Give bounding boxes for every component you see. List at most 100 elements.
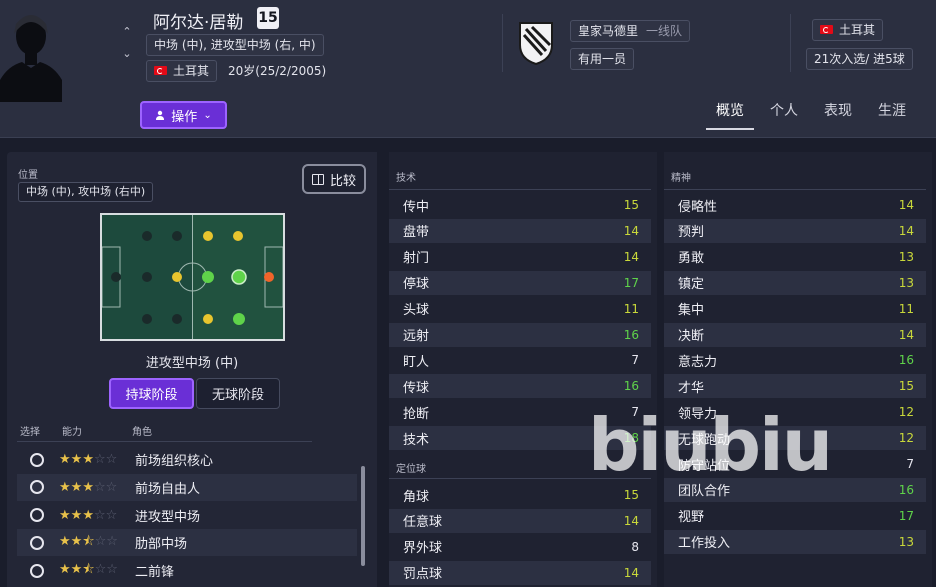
club-status-chip: 有用一员 [570, 48, 635, 70]
star-icon: ⯪ [82, 561, 95, 577]
action-button[interactable]: 操作 ⌄ [140, 101, 227, 129]
attribute-row[interactable]: 传球 16 [389, 374, 651, 399]
chevron-down-icon: ⌄ [203, 109, 212, 121]
attribute-row[interactable]: 射门 14 [389, 245, 651, 269]
pitch-slot [172, 272, 182, 282]
role-list-scrollbar[interactable] [361, 466, 365, 566]
attribute-row[interactable]: 无球跑动 12 [664, 426, 926, 451]
chevron-up-icon[interactable]: ⌃ [122, 26, 131, 38]
phase-in-possession-button[interactable]: 持球阶段 [109, 378, 194, 409]
header-divider [790, 14, 791, 72]
pitch-slot [142, 231, 152, 241]
position-panel: 位置 中场 (中), 攻中场 (右中) 比较 进攻型中场 (中) 持球阶段 无球… [7, 152, 377, 587]
attribute-row[interactable]: 传中 15 [389, 193, 651, 217]
tab-personal[interactable]: 个人 [760, 96, 808, 130]
role-row[interactable]: ★★⯪☆☆ 肋部中场 [17, 529, 357, 557]
role-radio[interactable] [30, 535, 44, 550]
attribute-name: 才华 [678, 380, 705, 396]
role-row[interactable]: ★★★☆☆ 前场组织核心 [17, 446, 357, 473]
attribute-name: 技术 [403, 432, 430, 448]
attribute-row[interactable]: 决断 14 [664, 322, 926, 347]
attribute-row[interactable]: 团队合作 16 [664, 477, 926, 502]
attribute-row[interactable]: 领导力 12 [664, 400, 926, 424]
intl-stats: 21次入选/ 进5球 [814, 52, 905, 66]
attribute-row[interactable]: 视野 17 [664, 504, 926, 528]
attribute-value: 14 [623, 249, 639, 264]
role-row[interactable]: ★★★☆☆ 进攻型中场 [17, 502, 357, 529]
player-name: 阿尔达·居勒 [153, 13, 244, 33]
position-value: 中场 (中), 攻中场 (右中) [26, 185, 146, 198]
attribute-row[interactable]: 镇定 13 [664, 270, 926, 295]
pitch-slot [111, 272, 121, 282]
star-icon: ★ [70, 452, 83, 467]
attribute-row[interactable]: 罚点球 14 [389, 560, 651, 585]
attribute-row[interactable]: 勇敢 13 [664, 245, 926, 269]
tab-career[interactable]: 生涯 [868, 96, 916, 130]
attribute-row[interactable]: 盯人 7 [389, 348, 651, 372]
technical-divider [389, 189, 651, 190]
compare-button[interactable]: 比较 [302, 164, 366, 194]
attribute-value: 13 [898, 249, 914, 264]
star-icon: ☆ [105, 507, 118, 523]
attribute-row[interactable]: 工作投入 13 [664, 529, 926, 554]
phase-out-possession-button[interactable]: 无球阶段 [196, 378, 280, 409]
attribute-row[interactable]: 停球 17 [389, 270, 651, 295]
attribute-row[interactable]: 防守站位 7 [664, 452, 926, 476]
attribute-value: 17 [623, 275, 639, 290]
attribute-value: 14 [898, 327, 914, 342]
attribute-value: 15 [898, 379, 914, 394]
role-row[interactable]: ★★⯪☆☆ 二前锋 [17, 557, 357, 584]
attribute-row[interactable]: 盘带 14 [389, 218, 651, 243]
attribute-value: 14 [623, 565, 639, 580]
attribute-value: 14 [898, 198, 914, 212]
attribute-row[interactable]: 远射 16 [389, 322, 651, 347]
star-icon: ☆ [94, 533, 107, 549]
attribute-name: 意志力 [678, 354, 718, 370]
positions-text: 中场 (中), 进攻型中场 (右, 中) [154, 38, 316, 52]
role-row[interactable]: ★★★☆☆ 前场自由人 [17, 473, 357, 501]
attribute-row[interactable]: 技术 18 [389, 426, 651, 451]
attribute-name: 角球 [403, 489, 430, 505]
club-crest-icon[interactable] [518, 21, 554, 65]
star-icon: ★ [59, 479, 71, 495]
attribute-name: 盘带 [403, 225, 430, 241]
chevron-down-icon[interactable]: ⌄ [122, 48, 131, 60]
intl-nation-chip[interactable]: 土耳其 [812, 19, 884, 41]
nationality-chip[interactable]: 土耳其 [146, 60, 218, 82]
role-radio[interactable] [30, 563, 44, 578]
attribute-name: 决断 [678, 329, 705, 344]
pitch-slot [264, 272, 274, 282]
role-header-divider [17, 441, 312, 442]
star-icon: ☆ [106, 533, 118, 549]
set-pieces-divider [389, 478, 651, 479]
attribute-row[interactable]: 角球 15 [389, 483, 651, 507]
tab-overview[interactable]: 概览 [706, 96, 754, 130]
role-stars-rating: ★★★☆☆ [59, 480, 117, 495]
club-chip[interactable]: 皇家马德里 一线队 [570, 20, 691, 42]
role-radio[interactable] [30, 480, 44, 495]
shirt-number-badge: 15 [257, 7, 279, 29]
attribute-row[interactable]: 意志力 16 [664, 348, 926, 372]
role-name: 肋部中场 [135, 537, 188, 553]
role-radio[interactable] [30, 452, 44, 467]
attribute-row[interactable]: 才华 15 [664, 374, 926, 399]
tab-performance[interactable]: 表现 [814, 96, 862, 130]
intl-nation: 土耳其 [839, 23, 876, 37]
attribute-row[interactable]: 侵略性 14 [664, 193, 926, 217]
role-stars-rating: ★★★☆☆ [59, 452, 117, 467]
attribute-row[interactable]: 预判 14 [664, 218, 926, 243]
attribute-value: 11 [623, 301, 639, 316]
position-value-chip: 中场 (中), 攻中场 (右中) [18, 182, 154, 202]
attribute-value: 7 [631, 353, 639, 368]
attribute-row[interactable]: 头球 11 [389, 297, 651, 321]
role-name: 前场自由人 [135, 481, 201, 497]
role-radio[interactable] [30, 508, 44, 523]
attribute-row[interactable]: 界外球 8 [389, 535, 651, 559]
mental-header: 精神 [671, 173, 691, 184]
attribute-name: 预判 [678, 225, 705, 241]
compare-icon [311, 173, 324, 185]
attribute-row[interactable]: 任意球 14 [389, 508, 651, 533]
attribute-name: 射门 [403, 251, 430, 267]
attribute-row[interactable]: 集中 11 [664, 297, 926, 321]
attribute-row[interactable]: 抢断 7 [389, 400, 651, 424]
